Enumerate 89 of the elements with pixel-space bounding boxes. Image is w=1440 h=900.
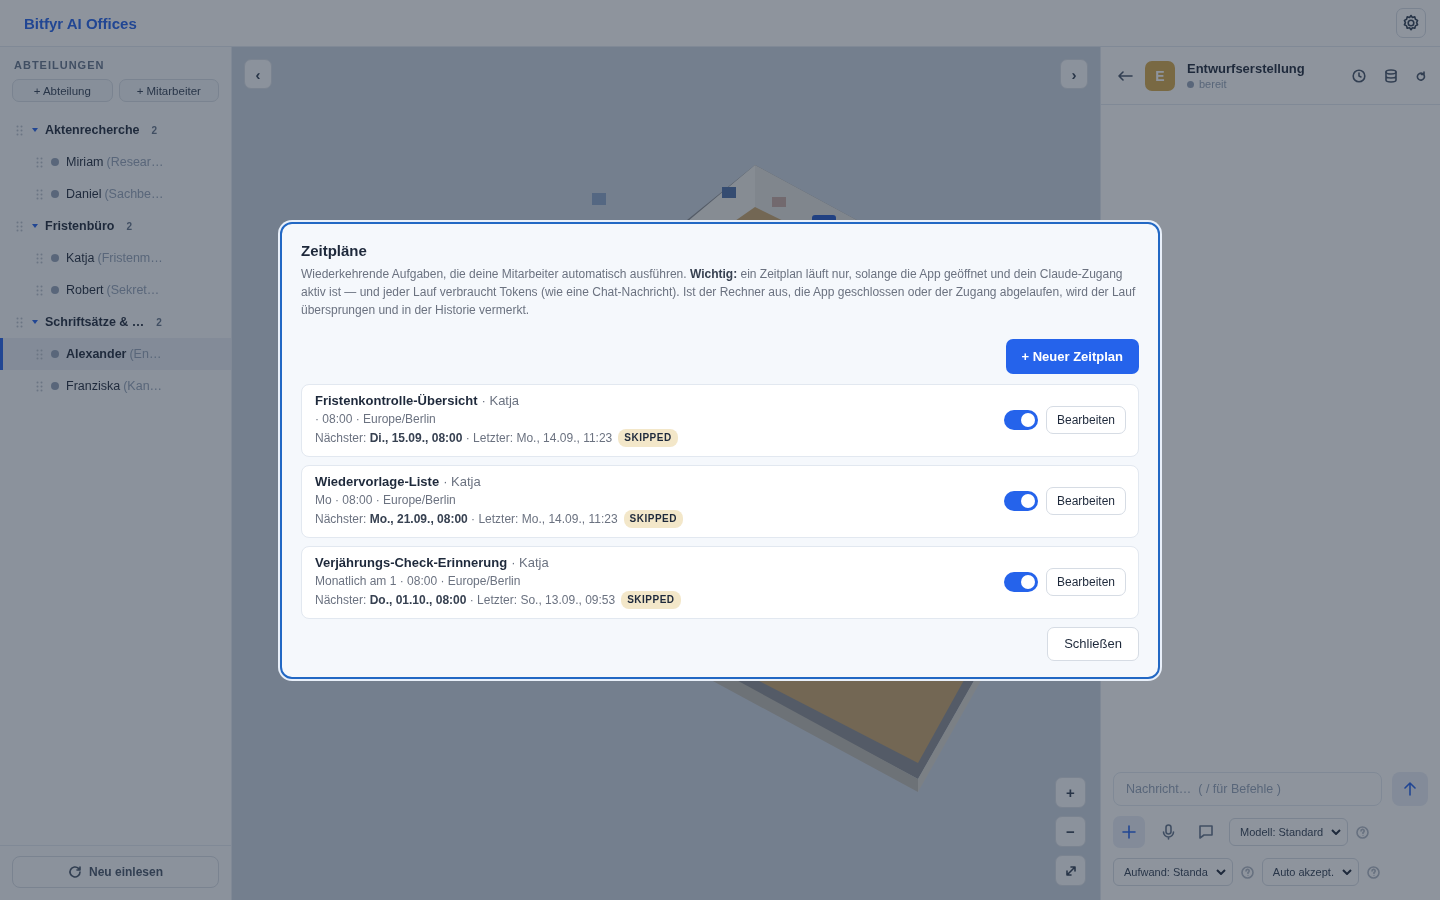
employee-name: Alexander bbox=[66, 347, 127, 361]
chevron-down-icon bbox=[1331, 829, 1342, 835]
speech-bubble-icon bbox=[1198, 824, 1214, 840]
dropdown[interactable]: Modell: Standard bbox=[1229, 818, 1349, 846]
agent-avatar: E bbox=[1145, 60, 1175, 91]
plus-icon bbox=[1122, 825, 1136, 839]
refresh-icon[interactable] bbox=[1416, 70, 1426, 81]
schedule-runs: Nächster: Do., 01.10., 08:00 · Letzter: So., 13.09., 09:53 bbox=[315, 591, 616, 608]
drag-handle-icon[interactable] bbox=[36, 380, 43, 392]
dropdown[interactable]: Aufwand: Standa bbox=[1113, 858, 1233, 886]
reload-button[interactable]: Neu einlesen bbox=[12, 856, 219, 888]
chevron-down-icon bbox=[1341, 869, 1352, 875]
employee-name: Katja bbox=[66, 251, 95, 265]
drag-handle-icon[interactable] bbox=[36, 284, 43, 296]
add-button[interactable] bbox=[1113, 816, 1145, 848]
status-dot bbox=[51, 350, 59, 358]
status-dot bbox=[1187, 80, 1194, 88]
edit-button[interactable]: Bearbeiten bbox=[1045, 486, 1126, 515]
department-name[interactable]: Aktenrecherche bbox=[45, 123, 140, 137]
employee-name: Robert bbox=[66, 283, 104, 297]
caret-icon[interactable] bbox=[31, 222, 39, 230]
schedule-runs: Nächster: Di., 15.09., 08:00 · Letzter: Mo., 14.09., 11:23 bbox=[315, 429, 613, 446]
drag-handle-icon[interactable] bbox=[36, 348, 43, 360]
clock-icon[interactable] bbox=[1352, 68, 1366, 83]
schedule-recurrence: Monatlich am 1 · 08:00 · Europe/Berlin bbox=[315, 572, 522, 589]
schedule-owner: · Katja bbox=[443, 473, 481, 490]
help-icon[interactable] bbox=[1366, 865, 1380, 879]
schedule-runs: Nächster: Mo., 21.09., 08:00 · Letzter: Mo., 14.09., 11:23 bbox=[315, 510, 618, 527]
drag-handle-icon[interactable] bbox=[16, 124, 23, 136]
schedule-recurrence: · 08:00 · Europe/Berlin bbox=[315, 410, 437, 427]
expand-icon bbox=[1064, 864, 1077, 877]
status-dot bbox=[51, 382, 59, 390]
member-count: 2 bbox=[156, 316, 162, 328]
fit-view-button[interactable] bbox=[1055, 855, 1086, 886]
next-button[interactable]: › bbox=[1060, 59, 1088, 89]
send-button[interactable] bbox=[1392, 772, 1428, 806]
drag-handle-icon[interactable] bbox=[36, 188, 43, 200]
department-name[interactable]: Schriftsätze & … bbox=[45, 315, 145, 329]
close-button[interactable]: Schließen bbox=[1047, 626, 1139, 661]
add-button[interactable]: + Mitarbeiter bbox=[118, 79, 219, 102]
zoom-out-button[interactable]: − bbox=[1055, 816, 1086, 847]
help-icon[interactable] bbox=[1240, 865, 1254, 879]
employee-name: Franziska bbox=[66, 379, 121, 393]
department-name[interactable]: Fristenbüro bbox=[45, 219, 115, 233]
chevron-down-icon bbox=[1215, 869, 1226, 875]
schedule-name: Verjährungs-Check-Erinnerung bbox=[315, 554, 508, 571]
database-icon[interactable] bbox=[1384, 68, 1398, 83]
drag-handle-icon[interactable] bbox=[36, 156, 43, 168]
section-heading: ABTEILUNGEN bbox=[13, 58, 106, 73]
new-schedule-button[interactable]: + Neuer Zeitplan bbox=[1005, 338, 1139, 374]
drag-handle-icon[interactable] bbox=[36, 252, 43, 264]
status-dot bbox=[51, 158, 59, 166]
refresh-icon bbox=[68, 865, 82, 879]
toggle-switch[interactable] bbox=[1003, 490, 1038, 511]
caret-icon[interactable] bbox=[31, 126, 39, 134]
help-icon[interactable] bbox=[1356, 825, 1370, 839]
previous-button[interactable]: ‹ bbox=[244, 59, 272, 89]
status-dot bbox=[51, 254, 59, 262]
employee-name: Daniel bbox=[66, 187, 102, 201]
toggle-switch[interactable] bbox=[1003, 409, 1038, 430]
edit-button[interactable]: Bearbeiten bbox=[1045, 405, 1126, 434]
edit-button[interactable]: Bearbeiten bbox=[1045, 567, 1126, 596]
back-arrow-icon[interactable] bbox=[1117, 70, 1133, 81]
status-badge: SKIPPED bbox=[621, 590, 681, 609]
schedule-name: Wiedervorlage-Liste bbox=[315, 473, 440, 490]
schedule-recurrence: Mo · 08:00 · Europe/Berlin bbox=[315, 491, 457, 508]
add-button[interactable]: + Abteilung bbox=[12, 79, 113, 102]
microphone-icon bbox=[1160, 824, 1176, 840]
status-badge: SKIPPED bbox=[623, 509, 683, 528]
member-count: 2 bbox=[126, 220, 132, 232]
status-badge: SKIPPED bbox=[618, 428, 678, 447]
drag-handle-icon[interactable] bbox=[16, 220, 23, 232]
dialog-description: Wiederkehrende Aufgaben, die deine Mitarbeiter automatisch ausführen. Wichtig: ein Zeitplan läuft nur, solange die App geöffnet und dein Claude-Zugang aktiv ist — und jeder Lauf verbraucht Tokens (wie eine Chat-Nachricht). Ist der Rechner aus, die App geschlossen oder der Zugang abgelaufen, wird der Lauf übersprungen und in der Historie vermerkt. bbox=[301, 265, 1137, 319]
employee-name: Miriam bbox=[66, 155, 104, 169]
schedule-name: Fristenkontrolle-Übersicht bbox=[315, 392, 478, 409]
status-dot bbox=[51, 286, 59, 294]
agent-name: Entwurfserstellung bbox=[1187, 61, 1306, 76]
dropdown[interactable]: Auto akzept. bbox=[1261, 858, 1359, 886]
schedule-owner: · Katja bbox=[511, 554, 549, 571]
drag-handle-icon[interactable] bbox=[16, 316, 23, 328]
member-count: 2 bbox=[151, 124, 158, 136]
toggle-switch[interactable] bbox=[1003, 571, 1038, 592]
arrow-up-icon bbox=[1403, 782, 1417, 796]
app-title: Bitfyr AI Offices bbox=[24, 14, 137, 32]
zoom-in-button[interactable]: + bbox=[1055, 777, 1086, 808]
dialog-title: Zeitpläne bbox=[301, 241, 368, 259]
status-dot bbox=[51, 190, 59, 198]
caret-icon[interactable] bbox=[31, 318, 39, 326]
schedule-owner: · Katja bbox=[481, 392, 520, 409]
